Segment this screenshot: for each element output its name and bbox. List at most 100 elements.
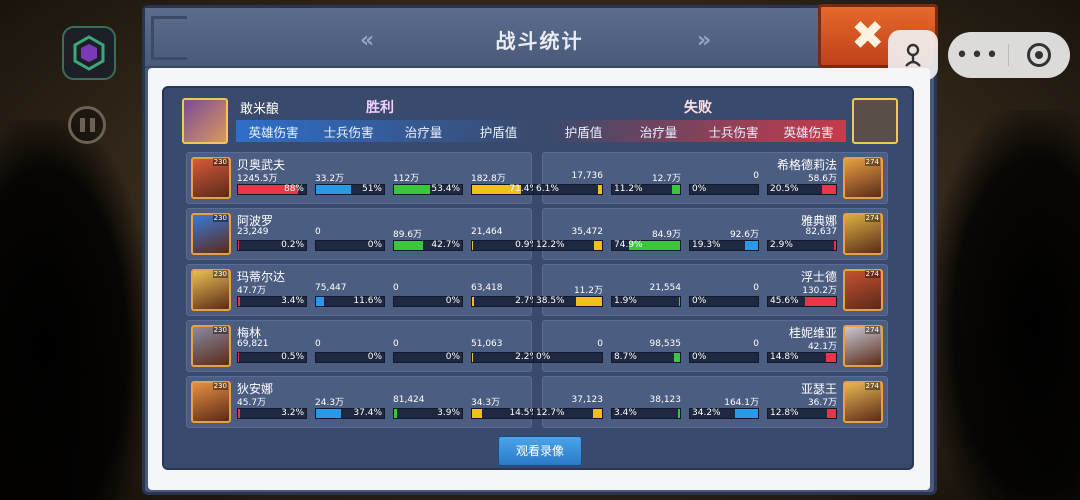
hero-stats: 0 0% 98,535 8.7% 0 0% 42.1万 14.8% [533,339,837,367]
stat-value: 89.6万 [393,230,423,240]
hero-level: 274 [864,382,880,390]
hero-portrait[interactable]: 230 [191,213,231,255]
miniapp-close-button[interactable] [1009,43,1069,67]
stat-value: 63,418 [471,283,503,293]
stat-percent: 0% [445,352,460,362]
hero-stats: 17,736 6.1% 12.7万 11.2% 0 0% 58.6万 20.5% [533,171,837,199]
stat-bar: 1.9% [611,296,681,307]
stat-percent: 8.7% [614,352,637,362]
stat-bar-fill [805,297,836,306]
hero-row[interactable]: 274 浮士德 11.2万 38.5% 21,554 1.9% 0 0% 130.2万 45.6% [533,264,888,316]
left-team-list: 230 贝奥武夫 1245.5万 88% 33.2万 51% 112万 53.4% 182.8万… [186,152,541,432]
header-soldier-damage: 士兵伤害 [323,124,374,140]
stat-percent: 20.5% [770,184,799,194]
stat-percent: 45.6% [770,296,799,306]
hero-row[interactable]: 230 狄安娜 45.7万 3.2% 24.3万 37.4% 81,424 3.9% 34.3万… [186,376,541,428]
close-icon: ✖ [851,13,885,59]
stat-cell: 58.6万 20.5% [767,171,837,199]
stat-value: 1245.5万 [237,174,278,184]
hero-stats: 37,123 12.7% 38,123 3.4% 164.1万 34.2% 36.7万 12.… [533,395,837,423]
stat-bar-fill [472,409,482,418]
stat-bar-fill [827,409,836,418]
stat-cell: 98,535 8.7% [611,339,681,367]
stat-cell: 34.3万 14.5% [471,395,541,423]
stat-bar: 0% [689,352,759,363]
hero-row[interactable]: 230 阿波罗 23,249 0.2% 0 0% 89.6万 42.7% 21,464 0.9% [186,208,541,260]
hero-stats: 47.7万 3.4% 75,447 11.6% 0 0% 63,418 2.7% [237,283,541,311]
stat-bar: 42.7% [393,240,463,251]
stat-value: 42.1万 [807,342,837,352]
stat-bar: 34.2% [689,408,759,419]
stat-value: 75,447 [315,283,347,293]
stat-bar: 2.7% [471,296,541,307]
stat-value: 24.3万 [315,398,345,408]
stat-cell: 21,464 0.9% [471,227,541,255]
hero-stats: 11.2万 38.5% 21,554 1.9% 0 0% 130.2万 45.6% [533,283,837,311]
stat-value: 0 [393,283,399,293]
guild-emblem-icon[interactable] [62,26,116,80]
stat-bar: 3.4% [237,296,307,307]
stat-percent: 0.2% [281,240,304,250]
hero-portrait[interactable]: 230 [191,269,231,311]
stat-value: 84.9万 [651,230,681,240]
hero-stats: 69,821 0.5% 0 0% 0 0% 51,063 2.2% [237,339,541,367]
hero-portrait[interactable]: 274 [843,381,883,423]
stat-bar-fill [316,185,351,194]
watch-replay-button[interactable]: 观看录像 [498,436,582,466]
header-shield: 护盾值 [479,124,518,140]
stat-bar-fill [394,409,397,418]
stat-value: 21,464 [471,227,503,237]
stat-cell: 63,418 2.7% [471,283,541,311]
hero-row[interactable]: 274 桂妮维亚 0 0% 98,535 8.7% 0 0% 42.1万 14.8% [533,320,888,372]
left-silhouette [0,120,150,500]
stat-cell: 0 0% [689,283,759,311]
stat-bar: 0.9% [471,240,541,251]
stat-cell: 0 0% [393,339,463,367]
hero-row[interactable]: 274 雅典娜 35,472 12.2% 84.9万 74.9% 92.6万 19.3% 82,… [533,208,888,260]
result-defeat: 失败 [684,100,712,116]
stat-percent: 12.7% [536,408,565,418]
header-hero-damage: 英雄伤害 [248,124,299,140]
stat-cell: 84.9万 74.9% [611,227,681,255]
header-healing: 治疗量 [404,124,443,140]
hero-stats: 35,472 12.2% 84.9万 74.9% 92.6万 19.3% 82,637 2.9… [533,227,837,255]
stat-bar: 2.9% [767,240,837,251]
player-avatar[interactable] [182,98,228,144]
hero-level: 230 [212,382,228,390]
stat-percent: 74.9% [614,240,643,250]
stat-percent: 12.2% [536,240,565,250]
stat-percent: 38.5% [536,296,565,306]
more-options-icon[interactable]: ••• [948,43,1008,68]
stat-bar-fill [472,353,474,362]
stat-bar-fill [238,241,240,250]
stat-cell: 47.7万 3.4% [237,283,307,311]
stat-percent: 12.8% [770,408,799,418]
stat-value: 0 [753,283,759,293]
stat-cell: 11.2万 38.5% [533,283,603,311]
next-arrow-icon[interactable]: » [697,28,711,53]
opponent-avatar[interactable] [852,98,898,144]
hero-row[interactable]: 230 梅林 69,821 0.5% 0 0% 0 0% 51,063 2.2% [186,320,541,372]
pause-button[interactable] [68,106,106,144]
hero-row[interactable]: 230 玛蒂尔达 47.7万 3.4% 75,447 11.6% 0 0% 63,418 2.7% [186,264,541,316]
player-name: 敢米酿 [240,102,280,117]
stat-value: 23,249 [237,227,269,237]
hero-portrait[interactable]: 274 [843,213,883,255]
hero-portrait[interactable]: 230 [191,325,231,367]
stat-percent: 0% [445,296,460,306]
stat-value: 34.3万 [471,398,501,408]
hero-portrait[interactable]: 230 [191,381,231,423]
hero-row[interactable]: 274 亚瑟王 37,123 12.7% 38,123 3.4% 164.1万 34.2% 36… [533,376,888,428]
hero-row[interactable]: 274 希格德莉法 17,736 6.1% 12.7万 11.2% 0 0% 58.6万 20.5… [533,152,888,204]
stat-bar: 38.5% [533,296,603,307]
hero-portrait[interactable]: 230 [191,157,231,199]
stat-value: 182.8万 [471,174,506,184]
hero-portrait[interactable]: 274 [843,269,883,311]
stat-percent: 0% [692,296,707,306]
hero-level: 274 [864,326,880,334]
hero-portrait[interactable]: 274 [843,325,883,367]
hero-portrait[interactable]: 274 [843,157,883,199]
stat-value: 0 [315,227,321,237]
hero-row[interactable]: 230 贝奥武夫 1245.5万 88% 33.2万 51% 112万 53.4% 182.8万… [186,152,541,204]
prev-arrow-icon[interactable]: « [360,28,374,53]
